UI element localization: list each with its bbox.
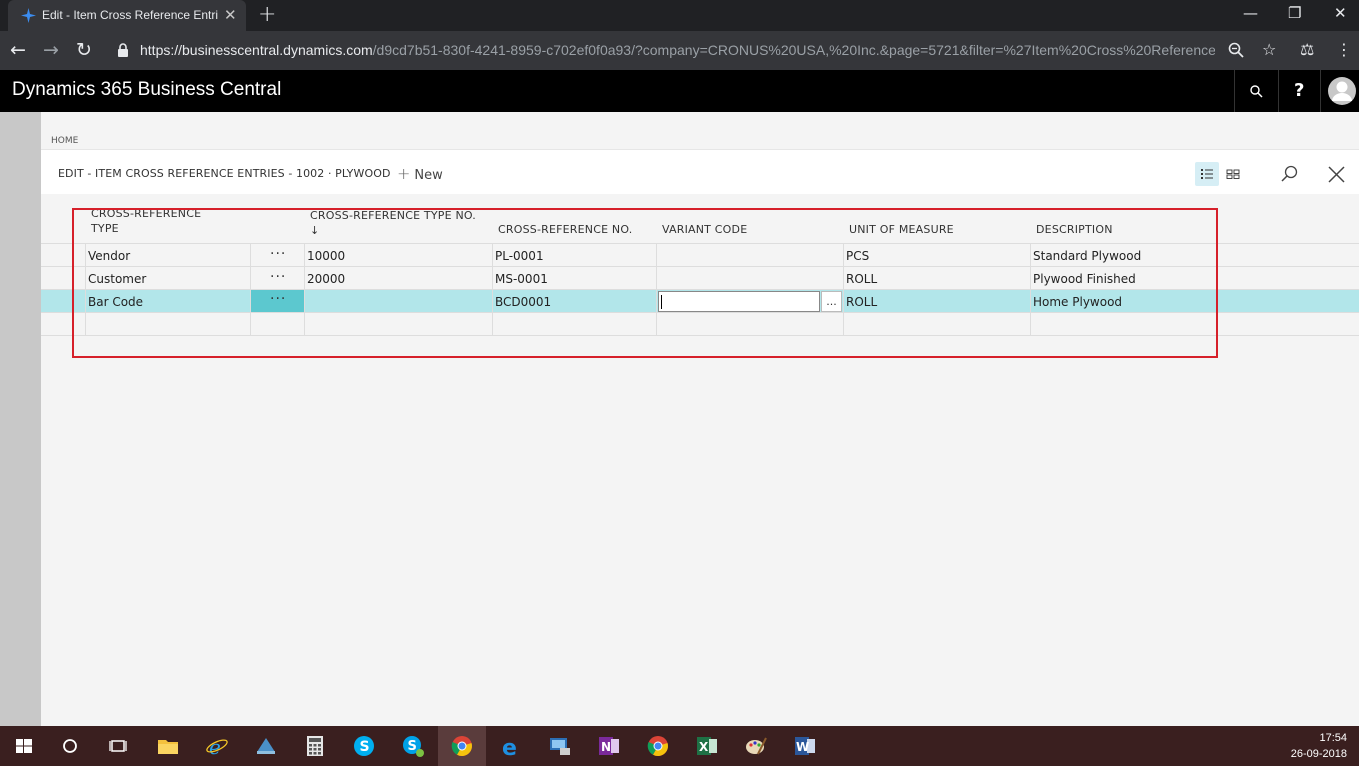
list-view-icon (1201, 169, 1213, 179)
page-search-icon[interactable] (1281, 165, 1298, 182)
reload-icon[interactable]: ↻ (76, 39, 92, 61)
paint-palette-icon (746, 737, 767, 755)
app-title[interactable]: Dynamics 365 Business Central (12, 79, 281, 101)
restore-button[interactable]: ❐ (1288, 4, 1301, 22)
chrome-button[interactable] (634, 726, 682, 766)
excel-icon: X (697, 737, 717, 755)
help-icon[interactable]: ? (1294, 80, 1304, 101)
drafting-app-icon (257, 738, 275, 754)
tile-view-button[interactable] (1221, 162, 1245, 186)
search-icon[interactable] (1250, 85, 1263, 98)
skype-icon: S (354, 736, 374, 756)
start-button[interactable] (0, 726, 48, 766)
clock-time: 17:54 (1319, 732, 1347, 744)
windows-taskbar: e S S e N X W 17:54 26-09-2018 (0, 726, 1359, 766)
cortana-circle-icon (63, 739, 77, 753)
file-explorer-button[interactable] (144, 726, 192, 766)
back-arrow-icon[interactable]: ← (10, 39, 26, 61)
calculator-icon (307, 736, 323, 756)
task-view-button[interactable] (94, 726, 142, 766)
app-button[interactable] (242, 726, 290, 766)
svg-text:N: N (601, 740, 611, 754)
svg-text:S: S (408, 739, 417, 754)
svg-text:e: e (209, 735, 221, 758)
edge-icon: e (502, 736, 517, 758)
breadcrumb[interactable]: HOME (51, 136, 78, 146)
url-host: https://businesscentral.dynamics.com (140, 42, 373, 58)
windows-logo-icon (16, 739, 32, 753)
chrome-icon (647, 736, 668, 757)
excel-button[interactable]: X (683, 726, 731, 766)
tile-view-icon (1226, 169, 1240, 179)
svg-text:W: W (796, 740, 809, 754)
close-page-icon[interactable] (1328, 166, 1345, 183)
browser-tab[interactable]: Edit - Item Cross Reference Entrie ✕ (8, 0, 246, 31)
address-bar[interactable]: https://businesscentral.dynamics.com/d9c… (140, 42, 1215, 58)
header-divider (1234, 70, 1235, 112)
onenote-button[interactable]: N (585, 726, 633, 766)
avatar-icon[interactable] (1327, 76, 1357, 106)
new-tab-button[interactable]: + (258, 2, 276, 27)
page-content: HOME EDIT - ITEM CROSS REFERENCE ENTRIES… (41, 112, 1359, 726)
extension-icon[interactable]: ⚖ (1300, 40, 1314, 59)
task-view-icon (109, 740, 127, 752)
header-divider (1278, 70, 1279, 112)
zoom-icon[interactable] (1228, 42, 1244, 58)
list-view-button[interactable] (1195, 162, 1219, 186)
page-title: EDIT - ITEM CROSS REFERENCE ENTRIES - 10… (58, 167, 391, 180)
internet-explorer-icon: e (206, 735, 228, 758)
lock-icon (118, 43, 128, 57)
clock-date: 26-09-2018 (1290, 748, 1347, 760)
page-header: EDIT - ITEM CROSS REFERENCE ENTRIES - 10… (41, 151, 1359, 194)
calculator-button[interactable] (291, 726, 339, 766)
word-button[interactable]: W (781, 726, 829, 766)
skype-button[interactable]: S (340, 726, 388, 766)
remote-desktop-icon (550, 738, 570, 755)
chrome-icon (451, 736, 472, 757)
paint-button[interactable] (732, 726, 780, 766)
tab-close-icon[interactable]: ✕ (224, 6, 237, 24)
browser-toolbar: ← → ↻ https://businesscentral.dynamics.c… (0, 31, 1359, 70)
new-button-label: New (414, 168, 443, 183)
onenote-icon: N (599, 737, 619, 755)
bookmark-star-icon[interactable]: ☆ (1262, 40, 1276, 59)
navigation-gutter (0, 112, 41, 726)
edge-button[interactable]: e (487, 726, 535, 766)
skype-business-icon: S (403, 736, 424, 757)
plus-icon: + (397, 164, 411, 183)
folder-icon (158, 740, 178, 754)
system-clock[interactable]: 17:54 26-09-2018 (1291, 730, 1347, 762)
word-icon: W (795, 737, 815, 755)
browser-menu-icon[interactable]: ⋮ (1336, 40, 1352, 59)
browser-tab-bar: Edit - Item Cross Reference Entrie ✕ + —… (0, 0, 1359, 31)
minimize-button[interactable]: — (1243, 4, 1258, 22)
new-button[interactable]: + New (397, 164, 443, 183)
skype-business-button[interactable]: S (389, 726, 437, 766)
remote-desktop-button[interactable] (536, 726, 584, 766)
tab-title: Edit - Item Cross Reference Entrie (42, 8, 218, 22)
svg-text:e: e (502, 736, 517, 758)
url-path: /d9cd7b51-830f-4241-8959-c702ef0f0a93/?c… (372, 42, 1215, 58)
window-close-button[interactable]: ✕ (1334, 4, 1347, 22)
svg-text:S: S (360, 739, 370, 755)
header-divider (1320, 70, 1321, 112)
dynamics-favicon-icon (21, 8, 36, 23)
internet-explorer-button[interactable]: e (193, 726, 241, 766)
svg-text:X: X (699, 740, 709, 754)
breadcrumb-area: HOME (41, 112, 1359, 150)
forward-arrow-icon[interactable]: → (43, 39, 59, 61)
cortana-button[interactable] (46, 726, 94, 766)
highlight-box (72, 208, 1218, 358)
chrome-button-active[interactable] (438, 726, 486, 766)
app-header: Dynamics 365 Business Central ? (0, 70, 1359, 112)
